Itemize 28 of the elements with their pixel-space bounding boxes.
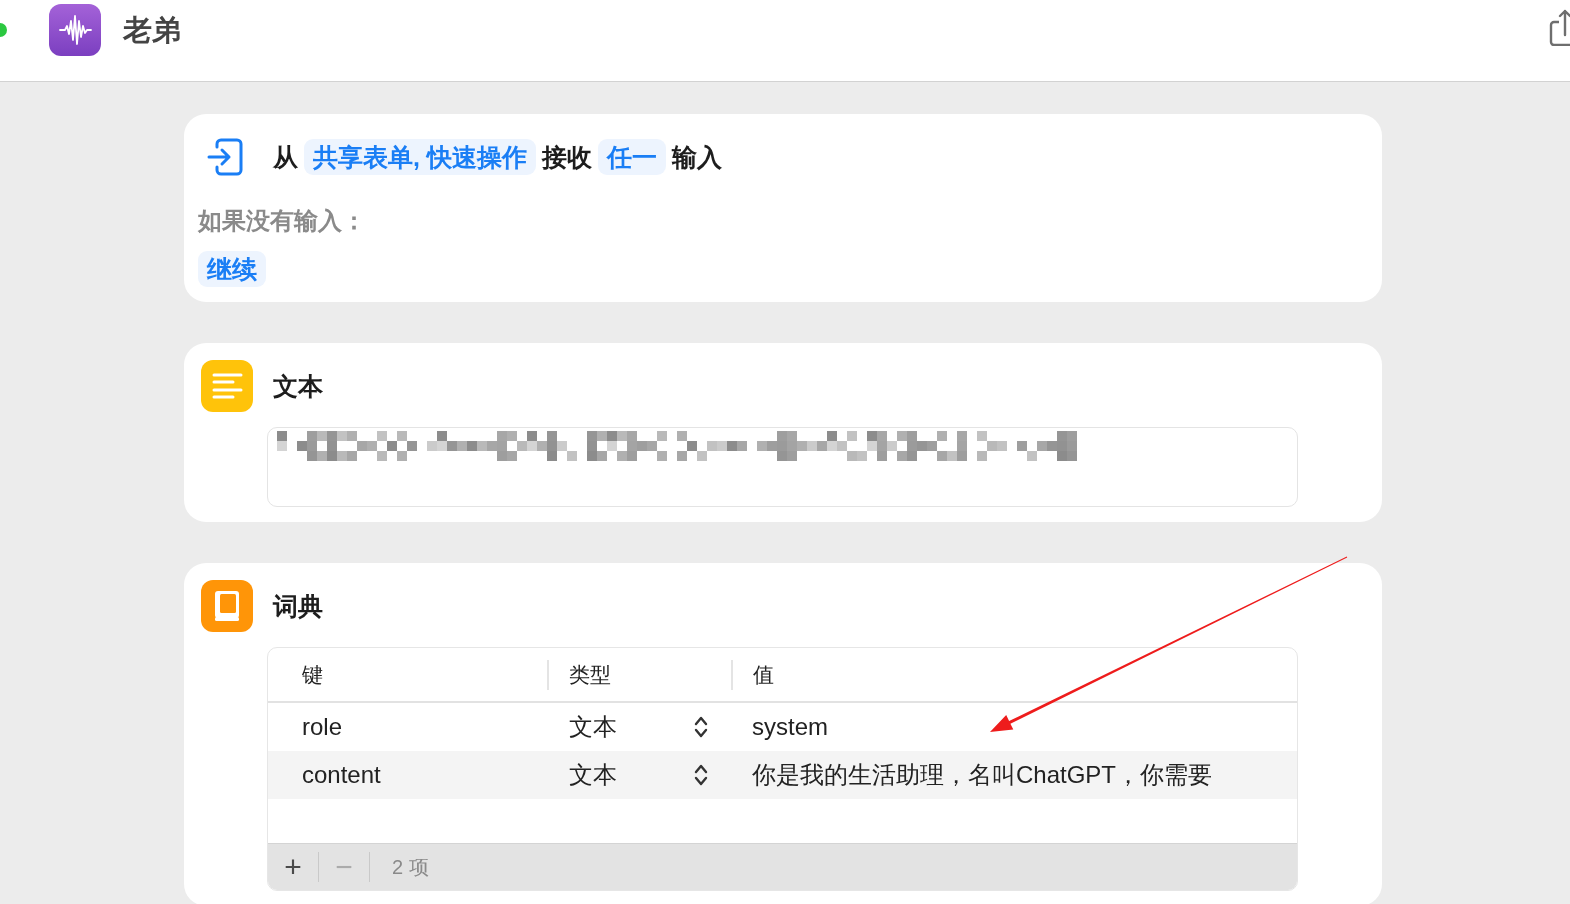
key-field[interactable]: content: [268, 761, 547, 789]
text-lines-icon: [201, 360, 253, 412]
arrow-into-box-icon: [207, 138, 243, 176]
key-field[interactable]: role: [268, 713, 547, 741]
fallback-label: 如果没有输入：: [198, 206, 366, 236]
up-down-chevron-icon: [693, 763, 709, 787]
window-title: 老弟: [123, 13, 181, 48]
book-icon: [201, 580, 253, 632]
type-popup[interactable]: 文本: [569, 759, 709, 791]
type-popup[interactable]: 文本: [569, 711, 709, 743]
action-title: 词典: [273, 591, 323, 622]
parameter-token[interactable]: 继续: [198, 251, 266, 287]
parameter-token[interactable]: 任一: [597, 139, 666, 175]
action-text: 从: [273, 142, 298, 173]
waveform-app-icon: [49, 4, 101, 56]
window-control-icon[interactable]: [0, 23, 7, 37]
item-count: 2 项: [392, 854, 429, 880]
text-input-field[interactable]: [267, 427, 1298, 507]
value-field[interactable]: system: [731, 713, 1297, 741]
action-title: 文本: [273, 371, 323, 402]
action-text: 输入: [671, 142, 722, 173]
value-field[interactable]: 你是我的生活助理，名叫ChatGPT，你需要: [731, 759, 1297, 791]
column-header: 键: [301, 661, 324, 688]
parameter-token[interactable]: 共享表单, 快速操作: [304, 139, 536, 175]
up-down-chevron-icon: [693, 715, 709, 739]
action-text: 接收: [541, 142, 592, 173]
column-header: 类型: [547, 659, 731, 690]
add-row-button[interactable]: +: [278, 852, 308, 882]
